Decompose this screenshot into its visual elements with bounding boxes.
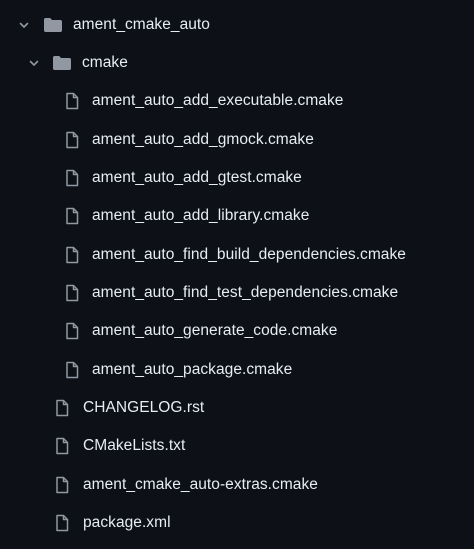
folder-icon — [43, 15, 63, 35]
file-icon — [62, 206, 82, 226]
tree-item-file[interactable]: ament_auto_generate_code.cmake — [0, 312, 474, 350]
tree-item-file[interactable]: CHANGELOG.rst — [0, 389, 474, 427]
file-label: ament_auto_find_build_dependencies.cmake — [92, 246, 406, 263]
tree-item-file[interactable]: ament_auto_add_executable.cmake — [0, 82, 474, 120]
file-icon — [62, 130, 82, 150]
tree-item-root-folder[interactable]: ament_cmake_auto — [0, 6, 474, 44]
file-icon — [52, 475, 72, 495]
tree-item-file[interactable]: ament_auto_find_test_dependencies.cmake — [0, 274, 474, 312]
tree-item-file[interactable]: ament_cmake_auto-extras.cmake — [0, 466, 474, 504]
folder-icon — [52, 53, 72, 73]
tree-item-file[interactable]: CMakeLists.txt — [0, 427, 474, 465]
tree-item-file[interactable]: package.xml — [0, 504, 474, 542]
tree-item-cmake-folder[interactable]: cmake — [0, 44, 474, 82]
cmake-folder-label: cmake — [82, 54, 128, 71]
file-icon — [62, 245, 82, 265]
file-icon — [52, 436, 72, 456]
file-label: ament_auto_add_executable.cmake — [92, 92, 344, 109]
file-icon — [62, 321, 82, 341]
file-icon — [52, 513, 72, 533]
file-label: ament_auto_add_library.cmake — [92, 207, 310, 224]
tree-item-file[interactable]: ament_auto_add_library.cmake — [0, 197, 474, 235]
tree-item-file[interactable]: ament_auto_add_gmock.cmake — [0, 121, 474, 159]
chevron-down-icon[interactable] — [17, 18, 31, 32]
file-icon — [62, 91, 82, 111]
file-label: ament_auto_find_test_dependencies.cmake — [92, 284, 399, 301]
file-tree: ament_cmake_auto cmake ament_auto_add_ex… — [0, 0, 474, 549]
file-label: CMakeLists.txt — [83, 437, 186, 454]
file-label: package.xml — [83, 514, 171, 531]
root-folder-label: ament_cmake_auto — [73, 16, 210, 33]
tree-item-file[interactable]: ament_auto_find_build_dependencies.cmake — [0, 236, 474, 274]
tree-item-file[interactable]: ament_auto_package.cmake — [0, 351, 474, 389]
file-label: ament_auto_package.cmake — [92, 361, 293, 378]
file-label: ament_auto_generate_code.cmake — [92, 322, 338, 339]
chevron-down-icon[interactable] — [27, 56, 41, 70]
file-label: ament_auto_add_gtest.cmake — [92, 169, 302, 186]
file-label: ament_cmake_auto-extras.cmake — [83, 476, 318, 493]
file-icon — [62, 360, 82, 380]
file-label: CHANGELOG.rst — [83, 399, 205, 416]
file-icon — [52, 398, 72, 418]
tree-item-file[interactable]: ament_auto_add_gtest.cmake — [0, 159, 474, 197]
file-label: ament_auto_add_gmock.cmake — [92, 131, 314, 148]
file-icon — [62, 283, 82, 303]
file-icon — [62, 168, 82, 188]
